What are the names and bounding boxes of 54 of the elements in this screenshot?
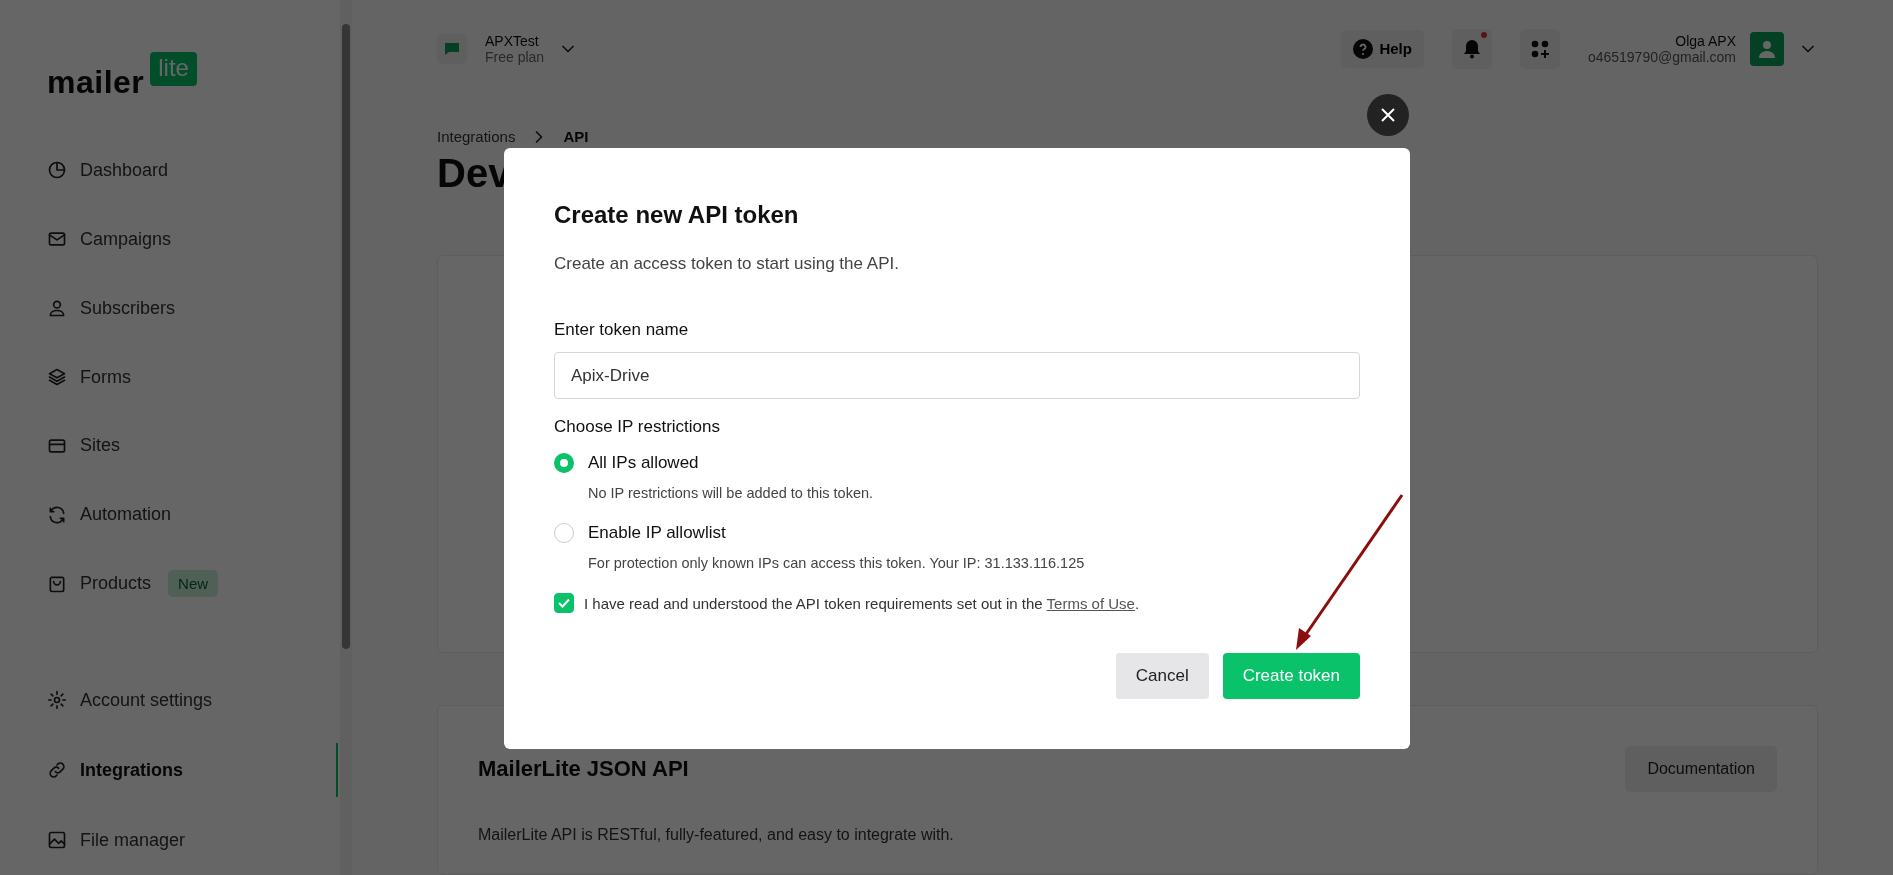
scrollbar[interactable] [340,0,352,875]
sidebar-item[interactable]: Forms [47,342,340,412]
avatar-icon[interactable] [1750,31,1784,66]
sidebar-item[interactable]: File manager [47,805,340,875]
layers-icon [47,367,67,387]
close-button[interactable] [1367,94,1409,136]
option-label[interactable]: Enable IP allowlist [588,523,1085,543]
new-badge: New [168,570,219,598]
option-description: For protection only known IPs can access this token. Your IP: 31.133.116.125 [588,555,1085,571]
apps-icon [1530,39,1549,58]
link-icon [47,760,67,780]
check-icon [557,596,571,610]
sidebar-item[interactable]: Dashboard [47,136,340,205]
pie-chart-icon [47,160,67,181]
cancel-button[interactable]: Cancel [1115,653,1209,699]
sidebar-item[interactable]: Integrations [47,735,340,805]
sidebar-item[interactable]: Sites [47,411,340,481]
option-description: No IP restrictions will be added to this token. [588,485,874,501]
image-icon [47,830,67,850]
sidebar-item[interactable]: Automation [47,480,340,550]
terms-link[interactable]: Terms of Use [1046,594,1135,612]
question-icon [1353,38,1374,59]
sidebar-item[interactable]: Campaigns [47,204,340,274]
breadcrumb-link[interactable]: Integrations [437,128,516,145]
dialog-subtitle: Create an access token to start using the API. [554,254,900,274]
terms-text: I have read and understood the API token requirements set out in the Terms of Use. [584,594,1140,612]
section-label: Choose IP restrictions [554,417,721,437]
card-title: MailerLite JSON API [478,756,689,782]
user-email: o46519790@gmail.com [1587,48,1736,65]
card-description: MailerLite API is RESTful, fully-featured, and easy to integrate with. [478,826,955,844]
refresh-icon [47,504,67,525]
radio-button[interactable] [554,453,574,473]
user-icon [47,298,67,319]
bell-icon [1462,38,1481,59]
chat-icon [437,33,467,64]
apps-button[interactable] [1519,28,1560,69]
sidebar-item[interactable]: Products New [47,549,340,618]
dialog-title: Create new API token [554,200,800,230]
sidebar-item[interactable]: Subscribers [47,273,340,343]
terms-checkbox[interactable] [554,593,574,613]
mailerlite-logo: mailer lite [47,52,340,98]
notifications-button[interactable] [1451,28,1492,69]
token-name-field[interactable]: Apix-Drive [554,352,1360,399]
documentation-button[interactable]: Documentation [1625,746,1777,792]
option-label[interactable]: All IPs allowed [588,453,874,473]
help-button[interactable]: Help [1341,29,1424,68]
field-label: Enter token name [554,320,690,340]
workspace-plan: Free plan [485,48,545,65]
user-name: Olga APX [1675,32,1736,49]
create-token-button[interactable]: Create token [1222,653,1360,699]
breadcrumb-current: API [563,128,589,145]
workspace-name[interactable]: APXTest [485,32,545,49]
sidebar-item[interactable]: Account settings [47,665,340,735]
close-icon [1380,107,1396,123]
